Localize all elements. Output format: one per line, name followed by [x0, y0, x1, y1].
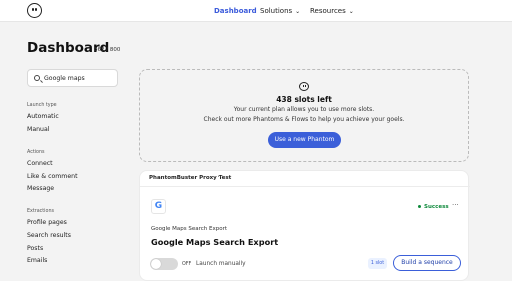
phantom-title[interactable]: Google Maps Search Export — [151, 237, 278, 247]
card-body: G Success ··· Google Maps Search Export … — [140, 188, 470, 281]
phantom-card: PhantomBuster Proxy Test ··· G Success ·… — [139, 170, 470, 281]
slot-usage-count: 362 / 800 — [94, 47, 121, 53]
launch-mode-label: Launch manually — [196, 261, 246, 267]
search-input[interactable] — [44, 73, 114, 84]
filter-item-automatic[interactable]: Automatic — [27, 113, 59, 120]
search-icon — [34, 75, 40, 81]
status-dot-icon — [418, 205, 421, 208]
filter-item-emails[interactable]: Emails — [27, 257, 47, 264]
filter-item-posts[interactable]: Posts — [27, 245, 43, 252]
phantombuster-logo-icon[interactable] — [27, 3, 42, 18]
filter-item-like-comment[interactable]: Like & comment — [27, 173, 78, 180]
slots-description-line-2: Check out more Phantoms & Flows to help … — [203, 116, 405, 123]
filter-item-profile-pages[interactable]: Profile pages — [27, 219, 67, 226]
chevron-down-icon: ⌄ — [295, 8, 301, 15]
nav-dashboard[interactable]: Dashboard — [214, 7, 257, 15]
nav-resources[interactable]: Resources ⌄ — [310, 7, 354, 15]
nav-solutions-label: Solutions — [260, 7, 293, 15]
slots-description-line-1: Your current plan allows you to use more… — [233, 106, 375, 113]
build-sequence-button[interactable]: Build a sequence — [393, 255, 461, 271]
filter-item-search-results[interactable]: Search results — [27, 232, 71, 239]
filter-section-extractions: Extractions — [27, 209, 54, 214]
filter-item-message[interactable]: Message — [27, 185, 54, 192]
filter-item-connect[interactable]: Connect — [27, 160, 53, 167]
phantom-icon — [299, 82, 309, 91]
filter-section-launch-type: Launch type — [27, 103, 57, 108]
more-options-icon[interactable]: ··· — [452, 201, 459, 209]
filter-item-manual[interactable]: Manual — [27, 126, 49, 133]
google-logo-letter: G — [154, 201, 163, 211]
nav-solutions[interactable]: Solutions ⌄ — [260, 7, 300, 15]
status-label: Success — [424, 204, 449, 210]
filter-section-actions: Actions — [27, 150, 45, 155]
search-box[interactable] — [27, 69, 118, 87]
launch-toggle[interactable] — [150, 258, 178, 270]
google-logo-icon: G — [151, 199, 166, 214]
card-header-menu-icon[interactable]: ··· — [215, 173, 222, 181]
toggle-knob — [151, 259, 161, 269]
use-new-phantom-button[interactable]: Use a new Phantom — [268, 132, 341, 148]
phantom-type-label: Google Maps Search Export — [151, 226, 228, 232]
slot-badge: 1 slot — [368, 258, 387, 269]
slots-left-title: 438 slots left — [276, 95, 332, 104]
chevron-down-icon: ⌄ — [348, 8, 354, 15]
status-badge: Success — [418, 204, 449, 210]
card-header: PhantomBuster Proxy Test ··· — [140, 171, 470, 187]
toggle-state-label: OFF — [182, 262, 192, 267]
nav-resources-label: Resources — [310, 7, 346, 15]
top-navbar: Dashboard Solutions ⌄ Resources ⌄ — [0, 0, 512, 22]
